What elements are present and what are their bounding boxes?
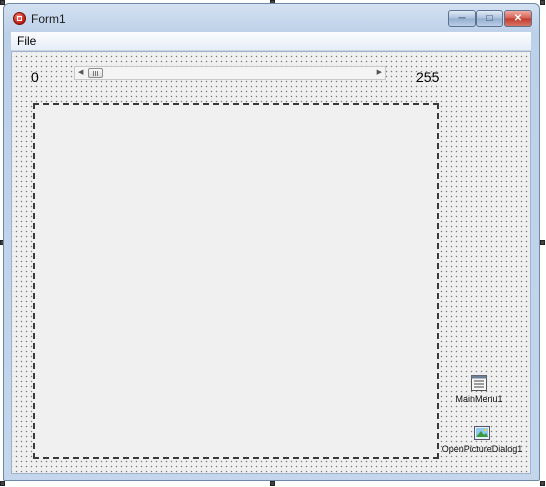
scroll-right-arrow-icon[interactable]: ▶ (377, 68, 382, 76)
minimize-button[interactable]: ─ (448, 10, 476, 27)
menu-bar: File (11, 32, 531, 51)
resize-handle-right[interactable] (540, 240, 545, 245)
component-label: OpenPictureDialog1 (441, 444, 523, 454)
resize-handle-bottom-right[interactable] (540, 481, 545, 486)
maximize-icon: □ (486, 13, 493, 24)
menu-item-file[interactable]: File (17, 34, 36, 48)
max-value-label: 255 (416, 69, 440, 85)
image-panel[interactable] (33, 103, 439, 459)
window-title: Form1 (31, 12, 66, 26)
open-picture-dialog-icon (473, 424, 491, 442)
trackbar-scrollbar[interactable]: ◀ ▶ (74, 66, 386, 80)
form-client-area[interactable]: 0 ◀ ▶ 255 MainMenu1 OpenPictureDialog1 (11, 51, 531, 474)
resize-handle-bottom-left[interactable] (0, 481, 5, 486)
form-window: Form1 ─ □ ✕ File 0 ◀ ▶ 255 MainMenu1 Ope… (3, 3, 540, 481)
close-icon: ✕ (513, 13, 523, 24)
component-main-menu[interactable]: MainMenu1 (453, 374, 505, 404)
maximize-button[interactable]: □ (476, 10, 503, 27)
title-bar[interactable]: Form1 ─ □ ✕ (4, 4, 539, 32)
minimize-icon: ─ (458, 13, 466, 24)
scroll-left-arrow-icon[interactable]: ◀ (78, 68, 83, 76)
scrollbar-thumb[interactable] (88, 68, 103, 78)
resize-handle-top-right[interactable] (540, 0, 545, 5)
component-open-picture-dialog[interactable]: OpenPictureDialog1 (440, 424, 524, 454)
app-icon (13, 12, 26, 25)
min-value-label: 0 (31, 69, 39, 85)
component-label: MainMenu1 (455, 394, 503, 404)
resize-handle-bottom[interactable] (270, 481, 275, 486)
main-menu-icon (470, 374, 488, 392)
close-button[interactable]: ✕ (504, 10, 532, 27)
